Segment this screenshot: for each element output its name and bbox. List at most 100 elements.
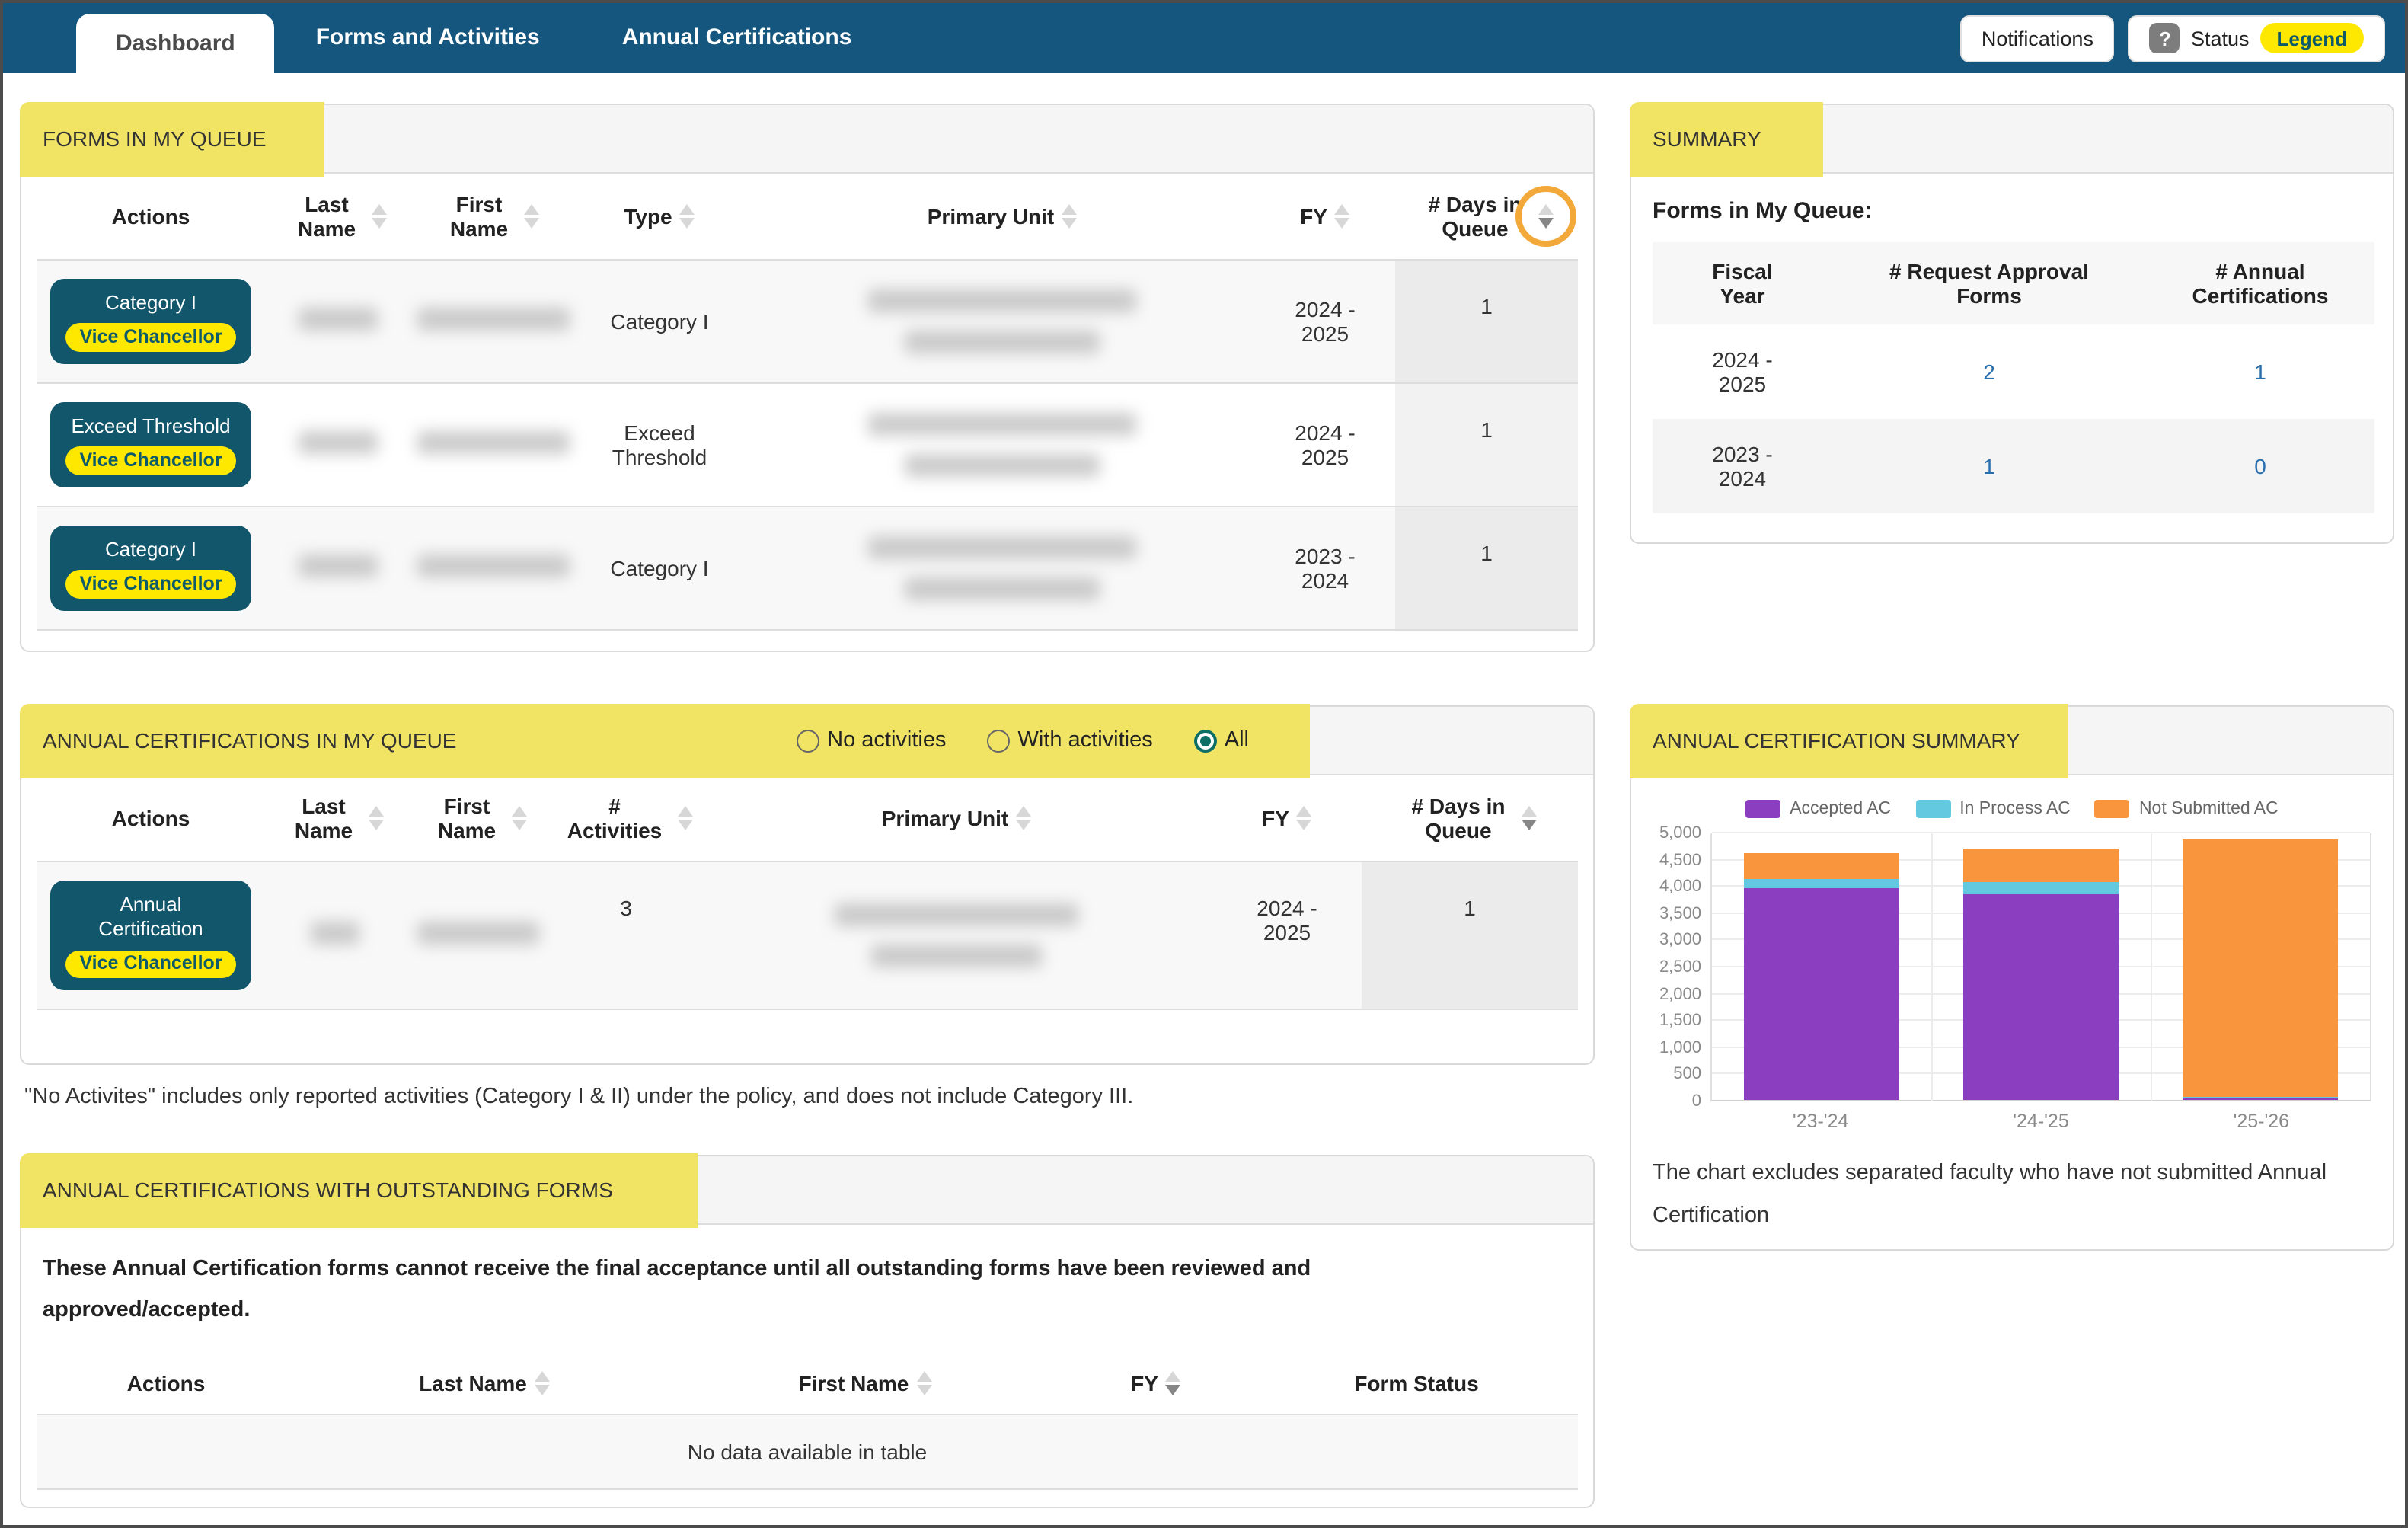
annual-certifications-count-link[interactable]: 1 xyxy=(2254,360,2266,384)
sort-icon xyxy=(916,1370,931,1395)
redacted-text xyxy=(299,554,378,577)
column-label: Actions xyxy=(127,1370,206,1395)
column-header-fy[interactable]: FY xyxy=(1057,1352,1255,1414)
table-row: 2024 - 202521 xyxy=(1653,324,2374,419)
column-header-last-name[interactable]: Last Name xyxy=(265,775,405,861)
action-button-category-i[interactable]: Category IVice Chancellor xyxy=(50,279,251,364)
redacted-text-block xyxy=(755,289,1249,353)
redacted-text xyxy=(868,535,1136,558)
x-axis-label: '24-'25 xyxy=(1931,1111,2151,1132)
column-header-last-name[interactable]: Last Name xyxy=(295,1352,673,1414)
column-header-type[interactable]: Type xyxy=(570,174,749,260)
redacted-text xyxy=(299,308,378,331)
ac-queue-table: ActionsLast NameFirst Name# ActivitiesPr… xyxy=(37,775,1578,1010)
action-button-annual-certification[interactable]: Annual CertificationVice Chancellor xyxy=(50,881,251,990)
ac-summary-panel: ANNUAL CERTIFICATION SUMMARY Accepted AC… xyxy=(1630,705,2394,1251)
column-header-days-in-queue[interactable]: # Days in Queue xyxy=(1395,174,1578,260)
tab-annual-certifications[interactable]: Annual Certifications xyxy=(581,3,893,73)
x-axis-label: '25-'26 xyxy=(2151,1111,2371,1132)
radio-label: No activities xyxy=(827,728,946,753)
last-name-cell xyxy=(265,861,405,1009)
radio-option-all[interactable]: All xyxy=(1194,728,1249,753)
table-row: Category IVice ChancellorCategory I2024 … xyxy=(37,260,1578,383)
first-name-cell xyxy=(411,507,570,630)
days-in-queue-cell: 1 xyxy=(1395,260,1578,383)
tab-forms-and-activities[interactable]: Forms and Activities xyxy=(275,3,581,73)
radio-option-no-activities[interactable]: No activities xyxy=(797,728,946,753)
forms-queue-table: Actions Last NameFirst NameTypePrimary Un… xyxy=(37,174,1578,630)
action-button-exceed-threshold[interactable]: Exceed ThresholdVice Chancellor xyxy=(50,402,251,487)
radio-label: All xyxy=(1225,728,1249,753)
column-header-first-name[interactable]: First Name xyxy=(411,174,570,260)
role-badge: Vice Chancellor xyxy=(65,950,235,978)
chart-y-axis: 05001,0001,5002,0002,5003,0003,5004,0004… xyxy=(1646,833,1710,1101)
radio-option-with-activities[interactable]: With activities xyxy=(987,728,1152,753)
redacted-text-block xyxy=(755,413,1249,477)
column-header-first-name[interactable]: First Name xyxy=(673,1352,1057,1414)
bar-column-24-25 xyxy=(1931,833,2151,1101)
ac-table-host: ActionsLast NameFirst Name# ActivitiesPr… xyxy=(21,775,1593,1010)
column-header-last-name[interactable]: Last Name xyxy=(265,174,411,260)
action-button-label: Category I xyxy=(105,291,196,316)
redacted-text xyxy=(868,289,1136,312)
column-header-fy[interactable]: FY xyxy=(1255,174,1395,260)
summary-header: SUMMARY xyxy=(1631,105,2393,174)
bar-segment-in-process-ac xyxy=(1744,880,1899,888)
bar-column-25-26 xyxy=(2151,833,2370,1101)
radio-icon xyxy=(987,729,1010,752)
outstanding-forms-title: ANNUAL CERTIFICATIONS WITH OUTSTANDING F… xyxy=(43,1178,613,1202)
column-header-primary-unit[interactable]: Primary Unit xyxy=(701,775,1212,861)
annual-certifications-count-link[interactable]: 0 xyxy=(2254,454,2266,478)
status-legend-button[interactable]: ? Status Legend xyxy=(2129,14,2385,62)
tab-dashboard[interactable]: Dashboard xyxy=(76,14,275,73)
x-axis-label: '23-'24 xyxy=(1710,1111,1931,1132)
column-header-activities[interactable]: # Activities xyxy=(551,775,701,861)
y-tick-label: 1,500 xyxy=(1659,1012,1701,1030)
action-button-label: Exceed Threshold xyxy=(71,414,230,440)
ac-in-my-queue-title: ANNUAL CERTIFICATIONS IN MY QUEUE xyxy=(43,728,457,753)
main-content: FORMS IN MY QUEUE ActionsLast NameFirst … xyxy=(3,73,2405,1525)
outstanding-forms-panel: ANNUAL CERTIFICATIONS WITH OUTSTANDING F… xyxy=(20,1155,1595,1508)
column-header-days-in-queue[interactable]: # Days in Queue xyxy=(1362,775,1578,861)
fy-cell: 2024 - 2025 xyxy=(1212,861,1362,1009)
request-approval-forms-cell: 1 xyxy=(1832,419,2146,513)
first-name-cell xyxy=(405,861,551,1009)
stacked-bar-23-24 xyxy=(1744,854,1899,1100)
legend-badge: Legend xyxy=(2260,23,2364,53)
type-cell: Exceed Threshold xyxy=(570,383,749,507)
column-header-fy[interactable]: FY xyxy=(1212,775,1362,861)
redacted-text xyxy=(299,431,378,454)
bar-segment-in-process-ac xyxy=(1963,883,2119,894)
sort-icon xyxy=(677,806,692,830)
column-label: Form Status xyxy=(1354,1370,1478,1395)
actions-cell: Annual CertificationVice Chancellor xyxy=(37,861,265,1009)
redacted-text xyxy=(417,554,570,577)
request-approval-count-link[interactable]: 1 xyxy=(1983,454,1995,478)
column-header-primary-unit[interactable]: Primary Unit xyxy=(749,174,1255,260)
column-label: Last Name xyxy=(287,794,360,842)
action-button-category-i[interactable]: Category IVice Chancellor xyxy=(50,526,251,611)
legend-item-accepted-ac: Accepted AC xyxy=(1745,800,1891,818)
redacted-text xyxy=(417,431,570,454)
table-row: Exceed ThresholdVice ChancellorExceed Th… xyxy=(37,383,1578,507)
column-label: Actions xyxy=(112,204,190,229)
fy-cell: 2024 - 2025 xyxy=(1255,383,1395,507)
days-in-queue-cell: 1 xyxy=(1362,861,1578,1009)
question-mark-icon: ? xyxy=(2150,23,2180,53)
dashboard-page: DashboardForms and ActivitiesAnnual Cert… xyxy=(0,0,2408,1528)
radio-icon xyxy=(797,729,819,752)
y-tick-label: 5,000 xyxy=(1659,824,1701,842)
notifications-button[interactable]: Notifications xyxy=(1960,14,2115,62)
actions-cell: Category IVice Chancellor xyxy=(37,260,265,383)
redacted-text xyxy=(905,577,1100,599)
primary-unit-cell xyxy=(701,861,1212,1009)
chart-x-axis: '23-'24'24-'25'25-'26 xyxy=(1710,1111,2371,1132)
redacted-text xyxy=(905,331,1100,353)
first-name-cell xyxy=(411,260,570,383)
ac-summary-header: ANNUAL CERTIFICATION SUMMARY xyxy=(1631,707,2393,775)
request-approval-count-link[interactable]: 2 xyxy=(1983,360,1995,384)
outstanding-table-host: Actions Last NameFirst NameFY Form Status N… xyxy=(21,1352,1593,1489)
outstanding-forms-header: ANNUAL CERTIFICATIONS WITH OUTSTANDING F… xyxy=(21,1156,1593,1225)
column-header-first-name[interactable]: First Name xyxy=(405,775,551,861)
empty-row: No data available in table xyxy=(37,1414,1578,1488)
